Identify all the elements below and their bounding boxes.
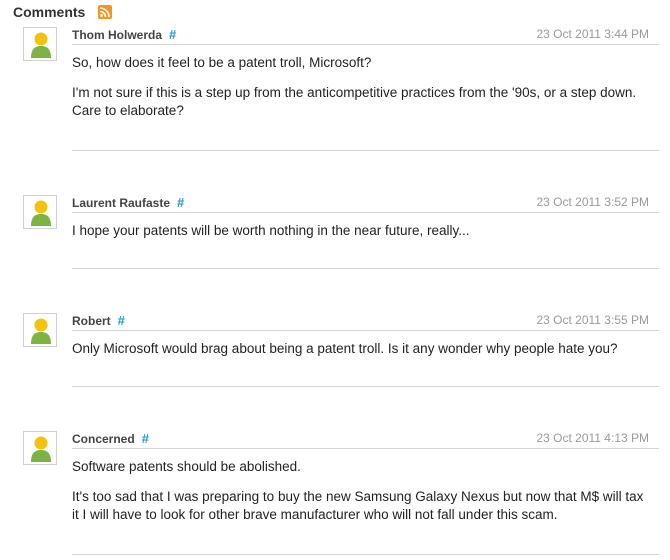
comment-divider: [72, 386, 659, 387]
comment-author[interactable]: Concerned #: [72, 431, 149, 446]
comment-timestamp: 23 Oct 2011 3:55 PM: [536, 313, 649, 327]
user-avatar-icon: [31, 32, 51, 58]
comment-item: Thom Holwerda # 23 Oct 2011 3:44 PM So, h…: [23, 27, 660, 152]
comment-item: Concerned # 23 Oct 2011 4:13 PM Software …: [23, 431, 660, 556]
comment-divider: [72, 150, 659, 151]
comment-author[interactable]: Robert #: [72, 313, 125, 328]
permalink-link[interactable]: #: [169, 27, 176, 42]
permalink-link[interactable]: #: [142, 431, 149, 446]
comment-author[interactable]: Laurent Raufaste #: [72, 195, 184, 210]
comment-body: Software patents should be abolished. It…: [72, 458, 652, 536]
user-avatar-icon: [31, 436, 51, 462]
user-avatar-icon: [31, 318, 51, 344]
avatar[interactable]: [23, 431, 57, 465]
comment-paragraph: So, how does it feel to be a patent trol…: [72, 55, 372, 70]
comment-paragraph: It's too sad that I was preparing to buy…: [72, 489, 644, 522]
comment-timestamp: 23 Oct 2011 4:13 PM: [536, 431, 649, 445]
user-avatar-icon: [31, 200, 51, 226]
comment-divider: [72, 554, 659, 555]
comment-paragraph: Only Microsoft would brag about being a …: [72, 341, 618, 356]
comment-author[interactable]: Thom Holwerda #: [72, 27, 176, 42]
permalink-link[interactable]: #: [118, 313, 125, 328]
comments-title: Comments: [13, 4, 86, 20]
comment-body: I hope your patents will be worth nothin…: [72, 222, 652, 252]
comment-body: Only Microsoft would brag about being a …: [72, 340, 652, 370]
avatar[interactable]: [23, 27, 57, 61]
comment-body: So, how does it feel to be a patent trol…: [72, 54, 652, 132]
comments-page: Comments Thom Holwerda # 23 Oct 2011 3:44…: [0, 0, 670, 560]
comment-timestamp: 23 Oct 2011 3:52 PM: [536, 195, 649, 209]
rss-feed-icon[interactable]: [98, 5, 113, 19]
comments-header: Comments: [13, 3, 113, 21]
comment-paragraph: I'm not sure if this is a step up from t…: [72, 85, 637, 118]
comment-timestamp: 23 Oct 2011 3:44 PM: [536, 27, 649, 41]
comment-paragraph: I hope your patents will be worth nothin…: [72, 223, 470, 238]
comment-header: Laurent Raufaste # 23 Oct 2011 3:52 PM: [72, 195, 659, 213]
permalink-link[interactable]: #: [177, 195, 184, 210]
comment-paragraph: Software patents should be abolished.: [72, 459, 301, 474]
comment-header: Thom Holwerda # 23 Oct 2011 3:44 PM: [72, 27, 659, 45]
comment-header: Concerned # 23 Oct 2011 4:13 PM: [72, 431, 659, 449]
comment-header: Robert # 23 Oct 2011 3:55 PM: [72, 313, 659, 331]
avatar[interactable]: [23, 195, 57, 229]
comment-divider: [72, 268, 659, 269]
comment-item: Robert # 23 Oct 2011 3:55 PM Only Microso…: [23, 313, 660, 388]
comment-item: Laurent Raufaste # 23 Oct 2011 3:52 PM I …: [23, 195, 660, 270]
avatar[interactable]: [23, 313, 57, 347]
